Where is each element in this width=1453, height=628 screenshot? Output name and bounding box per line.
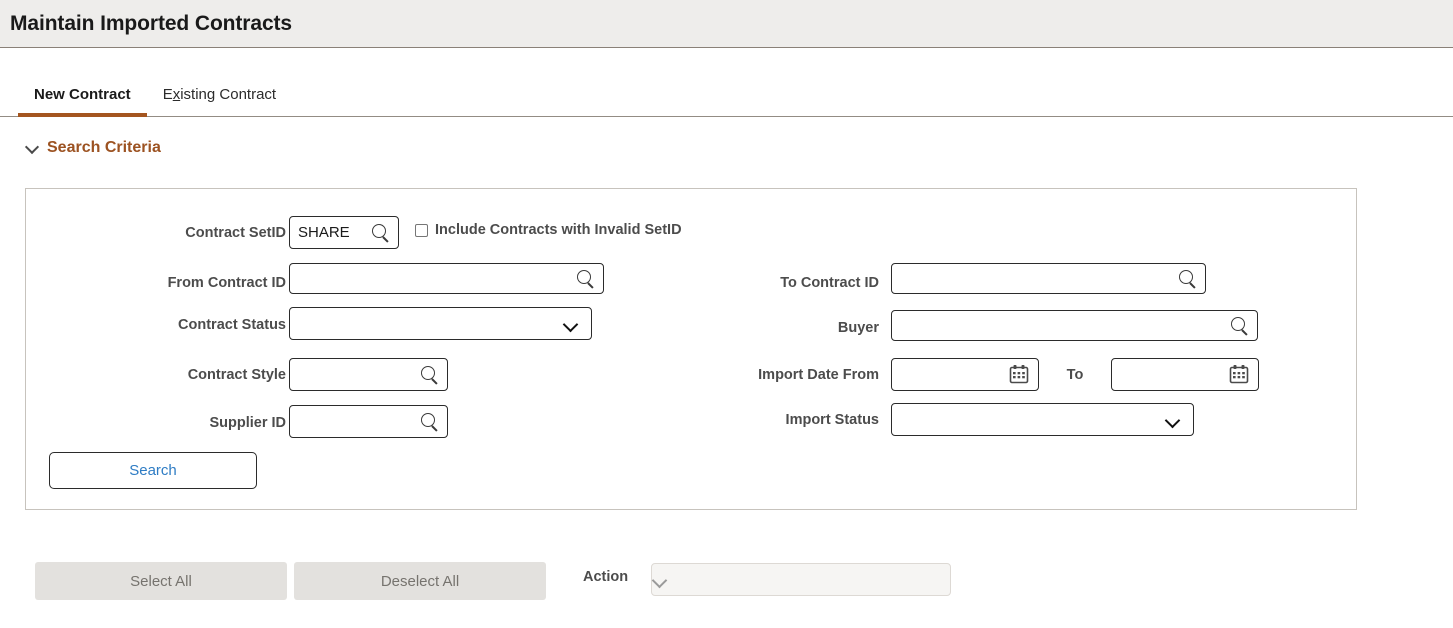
- import-date-to-label: To: [1050, 367, 1100, 383]
- contract-status-label: Contract Status: [133, 317, 286, 333]
- search-icon[interactable]: [418, 411, 440, 433]
- search-criteria-toggle[interactable]: Search Criteria: [26, 139, 161, 157]
- search-icon[interactable]: [1228, 315, 1250, 337]
- import-date-from-label: Import Date From: [700, 367, 879, 383]
- page-header: Maintain Imported Contracts: [0, 0, 1453, 48]
- from-contract-id-label: From Contract ID: [133, 275, 286, 291]
- calendar-icon[interactable]: [1228, 364, 1250, 385]
- checkbox-box[interactable]: [415, 224, 428, 237]
- search-icon[interactable]: [418, 364, 440, 386]
- action-label: Action: [583, 569, 628, 585]
- tab-existing-contract[interactable]: Existing Contract: [147, 86, 292, 116]
- search-icon[interactable]: [1176, 268, 1198, 290]
- select-all-button[interactable]: Select All: [35, 562, 287, 600]
- search-button[interactable]: Search: [49, 452, 257, 489]
- import-status-label: Import Status: [700, 412, 879, 428]
- contract-setid-field[interactable]: SHARE: [289, 216, 399, 249]
- search-icon[interactable]: [369, 222, 391, 244]
- contract-status-select[interactable]: [289, 307, 592, 340]
- calendar-icon[interactable]: [1008, 364, 1030, 385]
- supplier-id-label: Supplier ID: [133, 415, 286, 431]
- tab-existing-contract-label: Existing Contract: [163, 86, 276, 103]
- chevron-down-icon[interactable]: [1165, 412, 1181, 428]
- chevron-down-icon: [26, 141, 40, 155]
- contract-style-field[interactable]: [289, 358, 448, 391]
- deselect-all-button[interactable]: Deselect All: [294, 562, 546, 600]
- import-status-select[interactable]: [891, 403, 1194, 436]
- import-date-from-field[interactable]: [891, 358, 1039, 391]
- search-criteria-title: Search Criteria: [47, 139, 161, 157]
- buyer-field[interactable]: [891, 310, 1258, 341]
- include-invalid-setid-label: Include Contracts with Invalid SetID: [435, 222, 682, 238]
- search-icon[interactable]: [574, 268, 596, 290]
- buyer-label: Buyer: [700, 320, 879, 336]
- tab-accelerator-key: x: [173, 86, 181, 103]
- page-title: Maintain Imported Contracts: [10, 12, 292, 36]
- tab-strip: New Contract Existing Contract: [0, 48, 1453, 117]
- from-contract-id-field[interactable]: [289, 263, 604, 294]
- to-contract-id-label: To Contract ID: [700, 275, 879, 291]
- chevron-down-icon[interactable]: [563, 316, 579, 332]
- supplier-id-field[interactable]: [289, 405, 448, 438]
- import-date-to-field[interactable]: [1111, 358, 1259, 391]
- contract-setid-value: SHARE: [290, 224, 369, 241]
- action-select[interactable]: [651, 563, 951, 596]
- tab-new-contract[interactable]: New Contract: [18, 86, 147, 116]
- to-contract-id-field[interactable]: [891, 263, 1206, 294]
- contract-setid-label: Contract SetID: [154, 225, 286, 241]
- tab-new-contract-label: New Contract: [34, 86, 131, 103]
- contract-style-label: Contract Style: [133, 367, 286, 383]
- chevron-down-icon[interactable]: [652, 572, 668, 588]
- include-invalid-setid-checkbox[interactable]: Include Contracts with Invalid SetID: [415, 222, 682, 238]
